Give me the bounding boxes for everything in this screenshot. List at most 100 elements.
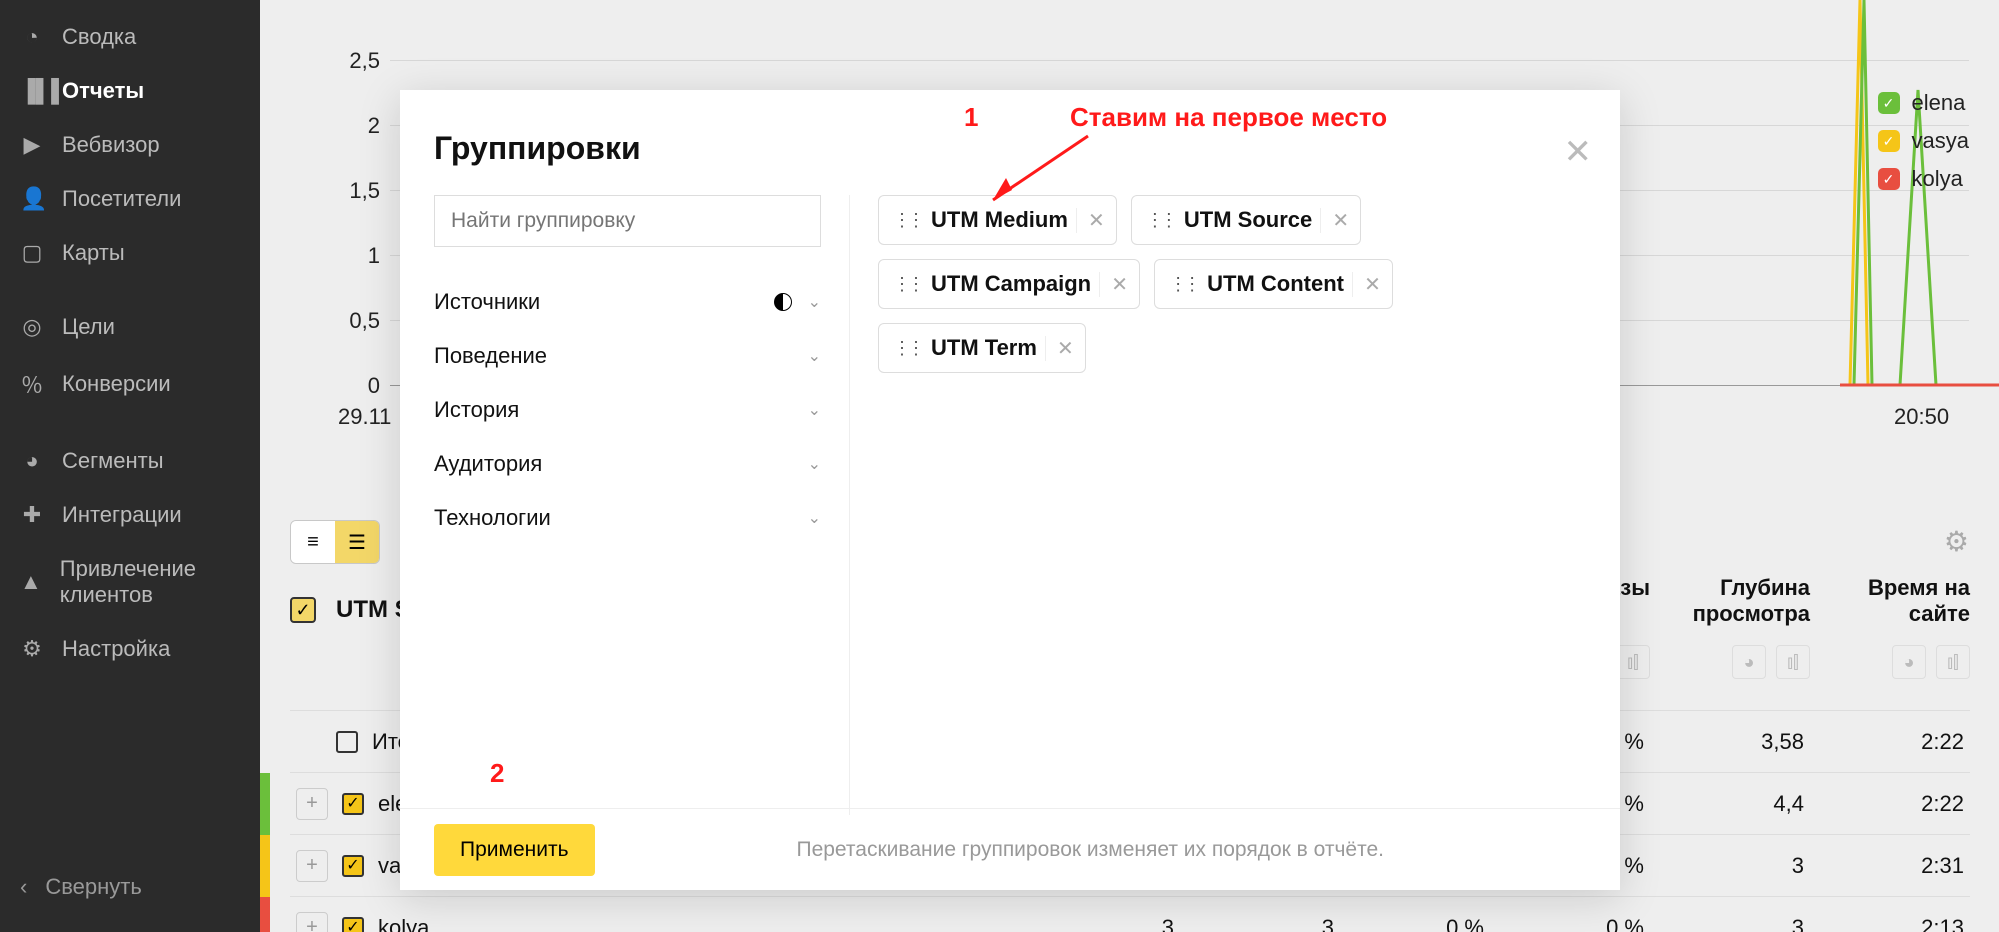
chip-label: UTM Source xyxy=(1184,207,1320,233)
sidebar-item-segments[interactable]: ◕Сегменты xyxy=(0,434,260,488)
pie-icon: ◕ xyxy=(20,448,44,474)
row-expand[interactable]: + xyxy=(296,788,328,820)
modal-right-pane: ⋮⋮UTM Medium✕ ⋮⋮UTM Source✕ ⋮⋮UTM Campai… xyxy=(850,195,1620,815)
drag-handle-icon[interactable]: ⋮⋮ xyxy=(1132,210,1184,231)
view-toggle-flat[interactable]: ≡ xyxy=(291,521,335,563)
legend-item[interactable]: ✓vasya xyxy=(1878,128,1969,154)
table-settings-icon[interactable]: ⚙ xyxy=(1944,525,1969,558)
legend-swatch-icon: ✓ xyxy=(1878,168,1900,190)
chip-label: UTM Term xyxy=(931,335,1045,361)
drag-handle-icon[interactable]: ⋮⋮ xyxy=(879,338,931,359)
chip-remove-icon[interactable]: ✕ xyxy=(1320,208,1360,233)
legend-item[interactable]: ✓ kolya xyxy=(1878,166,1969,192)
pie-mini-icon[interactable]: ◕ xyxy=(1732,645,1766,679)
chip-utm-content[interactable]: ⋮⋮UTM Content✕ xyxy=(1154,259,1393,309)
sidebar: ◔Сводка ▐▌▌Отчеты ▶Вебвизор 👤Посетители … xyxy=(0,0,260,932)
sidebar-item-label: Интеграции xyxy=(62,502,182,528)
chip-remove-icon[interactable]: ✕ xyxy=(1099,272,1139,297)
y-tick: 0,5 xyxy=(349,308,380,334)
sidebar-item-webvisor[interactable]: ▶Вебвизор xyxy=(0,118,260,172)
cell-time: 2:13 xyxy=(1810,915,1970,932)
cell-extra-val2: 3 xyxy=(1180,915,1340,932)
cell-time: 2:22 xyxy=(1810,729,1970,755)
cell-time: 2:22 xyxy=(1810,791,1970,817)
modal-left-pane: Источники⌄ Поведение⌄ История⌄ Аудитория… xyxy=(400,195,850,815)
sidebar-item-label: Сводка xyxy=(62,24,136,50)
row-expand[interactable]: + xyxy=(296,850,328,882)
search-input[interactable] xyxy=(434,195,821,247)
sidebar-item-integrations[interactable]: ✚ Интеграции xyxy=(0,488,260,542)
bars-mini-icon[interactable]: ⫾⫿ xyxy=(1936,645,1970,679)
cell-time: 2:31 xyxy=(1810,853,1970,879)
row-checkbox[interactable] xyxy=(336,731,358,753)
sidebar-item-goals[interactable]: ◎Цели xyxy=(0,300,260,354)
drag-handle-icon[interactable]: ⋮⋮ xyxy=(1155,274,1207,295)
sidebar-item-label: Посетители xyxy=(62,186,181,212)
sidebar-collapse[interactable]: ‹Свернуть xyxy=(0,860,260,914)
row-name: kolya xyxy=(378,915,429,932)
category-audience[interactable]: Аудитория⌄ xyxy=(434,437,821,491)
chip-utm-source[interactable]: ⋮⋮UTM Source✕ xyxy=(1131,195,1361,245)
sidebar-item-label: Настройка xyxy=(62,636,170,662)
sidebar-item-visitors[interactable]: 👤Посетители xyxy=(0,172,260,226)
category-technology[interactable]: Технологии⌄ xyxy=(434,491,821,545)
cell-refuses: 0 % xyxy=(1490,915,1650,932)
chip-remove-icon[interactable]: ✕ xyxy=(1045,336,1085,361)
gear-icon: ⚙ xyxy=(20,636,44,662)
row-checkbox[interactable] xyxy=(342,917,364,932)
sidebar-item-maps[interactable]: ▢Карты xyxy=(0,226,260,280)
legend-item[interactable]: ✓elena xyxy=(1878,90,1969,116)
drag-handle-icon[interactable]: ⋮⋮ xyxy=(879,210,931,231)
legend-label: kolya xyxy=(1912,166,1963,192)
groupings-modal: Группировки ✕ Источники⌄ Поведение⌄ Исто… xyxy=(400,90,1620,890)
chevron-down-icon: ⌄ xyxy=(808,400,821,420)
chevron-left-icon: ‹ xyxy=(20,874,27,900)
flame-icon: ▲ xyxy=(20,569,42,595)
sidebar-item-summary[interactable]: ◔Сводка xyxy=(0,10,260,64)
layout-icon: ▢ xyxy=(20,240,44,266)
row-expand[interactable]: + xyxy=(296,912,328,932)
row-checkbox[interactable] xyxy=(342,793,364,815)
chip-remove-icon[interactable]: ✕ xyxy=(1076,208,1116,233)
bars-icon: ▐▌▌ xyxy=(20,78,44,104)
y-tick: 0 xyxy=(368,373,380,399)
pie-mini-icon[interactable]: ◕ xyxy=(1892,645,1926,679)
puzzle-icon: ✚ xyxy=(20,502,44,528)
chevron-down-icon: ⌄ xyxy=(808,346,821,366)
chart-legend: ✓elena ✓vasya ✓kolya xyxy=(1878,90,1969,204)
legend-swatch-icon: ✓ xyxy=(1878,92,1900,114)
category-behavior[interactable]: Поведение⌄ xyxy=(434,329,821,383)
modal-title: Группировки xyxy=(400,90,1620,195)
cat-label: Технологии xyxy=(434,505,551,531)
cell-extra-val: 3 xyxy=(1020,915,1180,932)
grouping-chips: ⋮⋮UTM Medium✕ ⋮⋮UTM Source✕ ⋮⋮UTM Campai… xyxy=(878,195,1592,373)
bars-mini-icon[interactable]: ⫾⫿ xyxy=(1616,645,1650,679)
sidebar-item-settings[interactable]: ⚙ Настройка xyxy=(0,622,260,676)
sidebar-item-conversions[interactable]: ％Конверсии xyxy=(0,354,260,414)
drag-handle-icon[interactable]: ⋮⋮ xyxy=(879,274,931,295)
chip-utm-campaign[interactable]: ⋮⋮UTM Campaign✕ xyxy=(878,259,1140,309)
cell-depth: 3,58 xyxy=(1650,729,1810,755)
col-depth: Глубина просмотра xyxy=(1650,575,1810,627)
close-icon[interactable]: ✕ xyxy=(1564,132,1593,172)
sidebar-item-reports[interactable]: ▐▌▌Отчеты xyxy=(0,64,260,118)
percent-icon: ％ xyxy=(20,368,44,400)
category-history[interactable]: История⌄ xyxy=(434,383,821,437)
play-icon: ▶ xyxy=(20,132,44,158)
header-checkbox[interactable]: ✓ xyxy=(290,597,316,623)
sidebar-item-acquisition[interactable]: ▲Привлечение клиентов xyxy=(0,542,260,622)
row-checkbox[interactable] xyxy=(342,855,364,877)
y-tick: 1 xyxy=(368,243,380,269)
chip-utm-term[interactable]: ⋮⋮UTM Term✕ xyxy=(878,323,1086,373)
legend-label: vasya xyxy=(1912,128,1969,154)
bars-mini-icon[interactable]: ⫾⫿ xyxy=(1776,645,1810,679)
chip-utm-medium[interactable]: ⋮⋮UTM Medium✕ xyxy=(878,195,1117,245)
view-toggle-tree[interactable]: ☰ xyxy=(335,521,379,563)
cell-depth: 3 xyxy=(1650,915,1810,932)
apply-button[interactable]: Применить xyxy=(434,824,595,876)
row-stripe xyxy=(260,835,270,897)
table-row: + kolya 3 3 0 % 0 % 3 2:13 xyxy=(290,896,1970,932)
category-sources[interactable]: Источники⌄ xyxy=(434,275,821,329)
chip-remove-icon[interactable]: ✕ xyxy=(1352,272,1392,297)
cat-label: Аудитория xyxy=(434,451,542,477)
